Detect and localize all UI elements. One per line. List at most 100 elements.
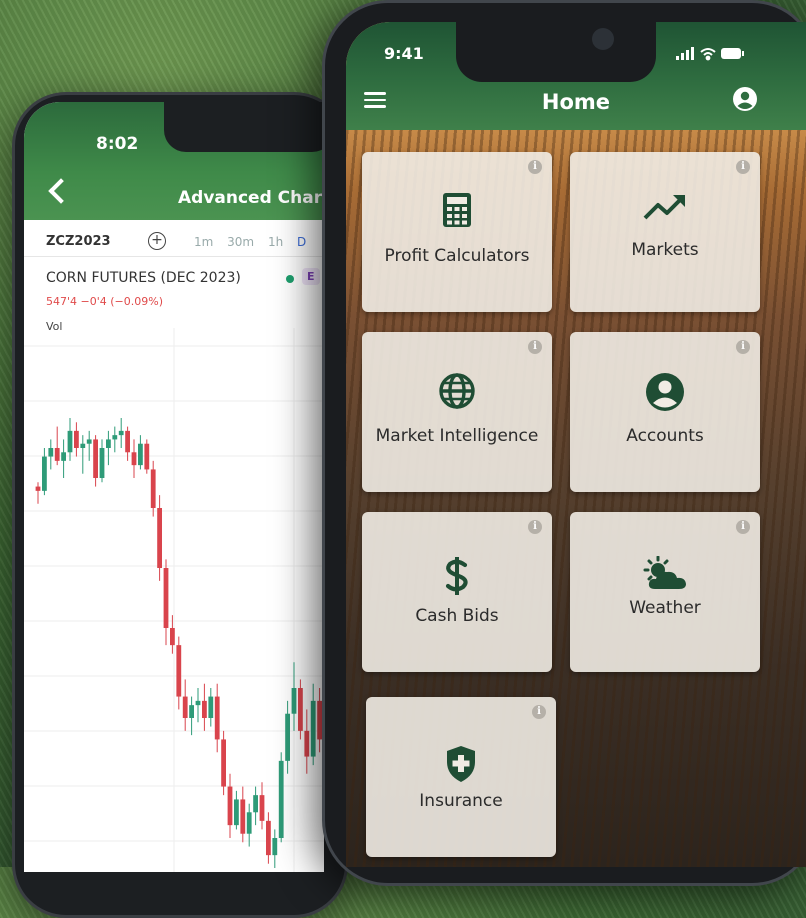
chart-header: 8:02 Advanced Chart	[24, 102, 324, 220]
add-symbol-button[interactable]: +	[148, 232, 166, 250]
candle-body	[157, 508, 162, 568]
info-icon[interactable]: i	[736, 520, 750, 534]
candle-body	[100, 448, 105, 478]
info-icon[interactable]: i	[528, 520, 542, 534]
candle-body	[119, 431, 124, 435]
candle-body	[112, 435, 117, 439]
tile-label: Weather	[570, 598, 760, 618]
exchange-badge: E	[302, 268, 320, 285]
back-arrow-icon[interactable]	[48, 178, 73, 203]
tile-weather[interactable]: i Weather	[570, 512, 760, 672]
timeframe-selector: 1m 30m 1h D	[194, 235, 316, 249]
candle-body	[266, 821, 271, 855]
candle-body	[176, 645, 181, 696]
candle-body	[80, 444, 85, 448]
candle-body	[215, 697, 220, 740]
tile-label: Insurance	[366, 791, 556, 811]
battery-icon	[721, 48, 744, 59]
candle-body	[36, 487, 41, 491]
candle-body	[87, 439, 92, 443]
tile-label: Markets	[570, 240, 760, 260]
symbol-selector[interactable]: ZCZ2023	[46, 234, 111, 249]
candle-body	[61, 452, 66, 461]
shield-plus-icon	[366, 745, 556, 787]
candle-body	[93, 439, 98, 478]
timeframe-d[interactable]: D	[297, 235, 306, 249]
tile-market-intelligence[interactable]: i Market Intelligence	[362, 332, 552, 492]
candle-body	[138, 444, 143, 465]
info-icon[interactable]: i	[736, 340, 750, 354]
info-icon[interactable]: i	[736, 160, 750, 174]
globe-icon	[362, 372, 552, 414]
info-icon[interactable]: i	[528, 340, 542, 354]
candlestick-chart[interactable]	[24, 328, 324, 872]
price-quote: 547'4 −0'4 (−0.09%)	[46, 295, 163, 308]
tile-accounts[interactable]: i Accounts	[570, 332, 760, 492]
trending-up-icon	[570, 192, 760, 226]
calculator-icon	[362, 192, 552, 232]
tile-markets[interactable]: i Markets	[570, 152, 760, 312]
advanced-chart-screen: 8:02 Advanced Chart ZCZ2023 + 1m 30m 1h …	[24, 102, 324, 872]
tile-label: Market Intelligence	[362, 426, 552, 446]
candle-body	[68, 431, 73, 452]
info-icon[interactable]: i	[528, 160, 542, 174]
phone-notch	[456, 22, 656, 82]
tile-profit-calculators[interactable]: i Profit Calculators	[362, 152, 552, 312]
candle-body	[48, 448, 53, 457]
camera-icon	[592, 28, 614, 50]
account-icon[interactable]	[732, 86, 758, 112]
candle-body	[311, 701, 316, 757]
candle-body	[55, 448, 60, 461]
home-screen: 9:41 Home i	[346, 22, 806, 867]
candle-body	[189, 705, 194, 718]
candle-body	[196, 701, 201, 705]
candle-body	[292, 688, 297, 714]
candle-body	[132, 452, 137, 465]
tile-cash-bids[interactable]: i Cash Bids	[362, 512, 552, 672]
candle-body	[234, 799, 239, 825]
candle-body	[247, 812, 252, 833]
candle-body	[298, 688, 303, 731]
phone-notch	[164, 102, 324, 152]
status-time: 9:41	[384, 44, 424, 63]
candle-body	[151, 469, 156, 508]
dollar-icon	[362, 556, 552, 600]
candle-body	[221, 739, 226, 786]
tile-label: Profit Calculators	[362, 246, 552, 266]
tile-label: Accounts	[570, 426, 760, 446]
candle-body	[202, 701, 207, 718]
candle-body	[170, 628, 175, 645]
home-header: 9:41 Home	[346, 22, 806, 130]
candle-body	[272, 838, 277, 855]
live-status-dot	[286, 275, 294, 283]
candle-body	[74, 431, 79, 448]
candle-body	[253, 795, 258, 812]
candle-body	[279, 761, 284, 838]
chart-toolbar: ZCZ2023 + 1m 30m 1h D	[24, 226, 324, 257]
page-title: Advanced Chart	[178, 188, 324, 208]
status-time: 8:02	[96, 134, 138, 154]
candle-body	[125, 431, 130, 452]
tile-insurance[interactable]: i Insurance	[366, 697, 556, 857]
candle-body	[260, 795, 265, 821]
contract-name: CORN FUTURES (DEC 2023)	[46, 270, 241, 286]
tile-label: Cash Bids	[362, 606, 552, 626]
sun-cloud-icon	[570, 556, 760, 596]
candle-body	[144, 444, 149, 470]
candle-body	[183, 697, 188, 718]
candle-body	[208, 697, 213, 718]
timeframe-30m[interactable]: 30m	[227, 235, 254, 249]
candle-body	[228, 787, 233, 826]
cellular-signal-icon	[676, 47, 694, 60]
candle-body	[164, 568, 169, 628]
candle-body	[106, 439, 111, 448]
timeframe-1h[interactable]: 1h	[268, 235, 283, 249]
timeframe-1m[interactable]: 1m	[194, 235, 213, 249]
candle-body	[42, 457, 47, 491]
status-icons	[676, 46, 746, 62]
candle-body	[285, 714, 290, 761]
info-icon[interactable]: i	[532, 705, 546, 719]
wifi-icon	[701, 49, 715, 59]
candle-body	[240, 799, 245, 833]
user-circle-icon	[570, 372, 760, 416]
